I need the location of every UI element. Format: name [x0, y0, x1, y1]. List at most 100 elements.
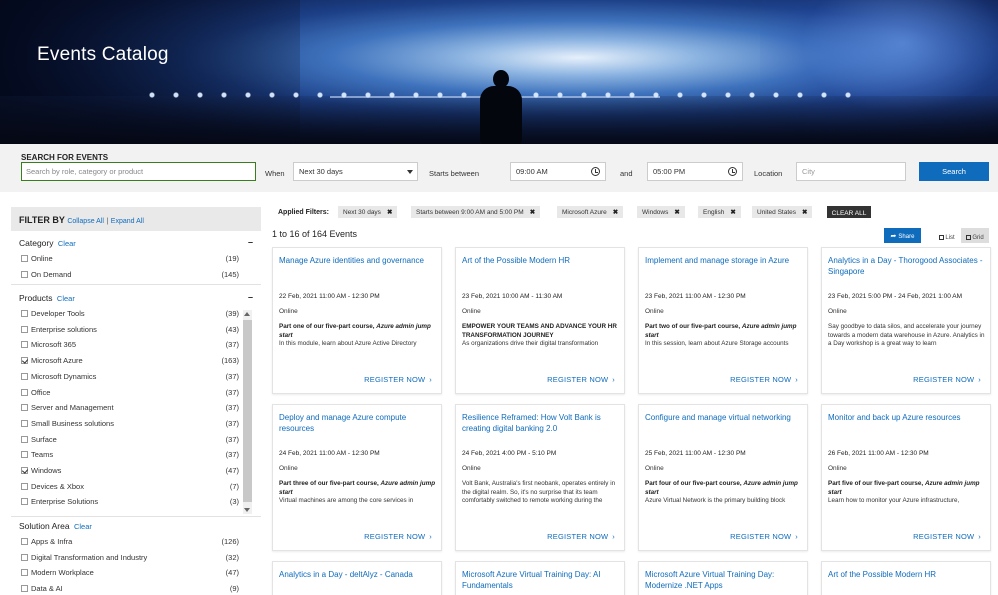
filter-checkbox[interactable] [21, 388, 28, 396]
expand-all-link[interactable]: Expand All [111, 218, 144, 225]
applied-filter-chip[interactable]: Microsoft Azure ✖ [557, 206, 624, 218]
event-title-link[interactable]: Manage Azure identities and governance [279, 255, 439, 266]
event-title-link[interactable]: Analytics in a Day - Thorogood Associate… [828, 255, 988, 277]
register-now-link[interactable]: REGISTER NOW › [547, 532, 615, 541]
filter-item[interactable]: Small Business solutions (37) [21, 418, 239, 432]
event-card[interactable]: Analytics in a Day - Thorogood Associate… [821, 247, 991, 394]
applied-filter-chip[interactable]: Next 30 days ✖ [338, 206, 398, 218]
event-card[interactable]: Art of the Possible Modern HR [821, 561, 991, 595]
clock-icon[interactable] [728, 167, 737, 176]
event-card[interactable]: Monitor and back up Azure resources 26 Fe… [821, 404, 991, 551]
filter-item[interactable]: On Demand (145) [21, 269, 239, 283]
event-title-link[interactable]: Configure and manage virtual networking [645, 412, 805, 423]
filter-checkbox[interactable] [21, 569, 28, 577]
remove-filter-icon[interactable]: ✖ [730, 209, 735, 216]
event-title-link[interactable]: Monitor and back up Azure resources [828, 412, 988, 423]
event-card[interactable]: Microsoft Azure Virtual Training Day: Mo… [638, 561, 808, 595]
share-button[interactable]: ➦ Share [884, 228, 921, 243]
filter-item[interactable]: Data & AI (9) [21, 583, 239, 595]
when-select[interactable]: Next 30 days [293, 162, 418, 181]
filter-group-clear-link[interactable]: Clear [58, 239, 76, 248]
event-title-link[interactable]: Deploy and manage Azure compute resource… [279, 412, 439, 434]
collapse-minus-icon[interactable]: – [248, 237, 253, 247]
register-now-link[interactable]: REGISTER NOW › [730, 532, 798, 541]
applied-filter-chip[interactable]: English ✖ [698, 206, 741, 218]
filter-item[interactable]: Office (37) [21, 387, 239, 401]
filter-checkbox[interactable] [21, 404, 28, 412]
filter-checkbox[interactable] [21, 255, 28, 262]
filter-checkbox[interactable] [21, 585, 28, 593]
register-now-link[interactable]: REGISTER NOW › [913, 375, 981, 384]
applied-filter-chip[interactable]: United States ✖ [752, 206, 813, 218]
scroll-thumb[interactable] [243, 320, 252, 502]
filter-checkbox[interactable] [21, 310, 28, 317]
search-input[interactable] [21, 162, 256, 181]
event-title-link[interactable]: Art of the Possible Modern HR [828, 569, 988, 580]
filter-item[interactable]: Microsoft Dynamics (37) [21, 371, 239, 385]
filter-item[interactable]: Enterprise Solutions (3) [21, 496, 239, 510]
filter-item[interactable]: Enterprise solutions (43) [21, 324, 239, 338]
filter-item[interactable]: Microsoft Azure (163) [21, 355, 239, 369]
remove-filter-icon[interactable]: ✖ [613, 209, 618, 216]
event-card[interactable]: Analytics in a Day - deltAlyz - Canada [272, 561, 442, 595]
register-now-link[interactable]: REGISTER NOW › [364, 532, 432, 541]
filter-group-title[interactable]: Category Clear [19, 238, 76, 248]
filter-item[interactable]: Apps & Infra (126) [21, 536, 239, 550]
filter-checkbox[interactable] [21, 270, 28, 278]
applied-filter-chip[interactable]: Windows ✖ [637, 206, 685, 218]
event-title-link[interactable]: Microsoft Azure Virtual Training Day: AI… [462, 569, 622, 591]
event-title-link[interactable]: Resilience Reframed: How Volt Bank is cr… [462, 412, 622, 434]
register-now-link[interactable]: REGISTER NOW › [730, 375, 798, 384]
filter-item[interactable]: Devices & Xbox (7) [21, 481, 239, 495]
event-title-link[interactable]: Microsoft Azure Virtual Training Day: Mo… [645, 569, 805, 591]
scroll-up-arrow-icon[interactable] [244, 312, 250, 316]
collapse-all-link[interactable]: Collapse All [67, 218, 104, 225]
grid-view-button[interactable]: Grid [961, 228, 989, 243]
register-now-link[interactable]: REGISTER NOW › [547, 375, 615, 384]
filter-group-title[interactable]: Solution Area Clear [19, 521, 92, 531]
end-time-input[interactable]: 05:00 PM [647, 162, 743, 181]
register-now-link[interactable]: REGISTER NOW › [364, 375, 432, 384]
collapse-minus-icon[interactable]: – [248, 292, 253, 302]
filter-item[interactable]: Online (19) [21, 253, 239, 267]
remove-filter-icon[interactable]: ✖ [387, 209, 392, 216]
event-card[interactable]: Implement and manage storage in Azure 23 … [638, 247, 808, 394]
applied-filter-chip[interactable]: Starts between 9:00 AM and 5:00 PM ✖ [411, 206, 541, 218]
filter-item[interactable]: Microsoft 365 (37) [21, 339, 239, 353]
clock-icon[interactable] [591, 167, 600, 176]
products-scrollbar[interactable] [243, 310, 252, 514]
event-card[interactable]: Configure and manage virtual networking 2… [638, 404, 808, 551]
event-title-link[interactable]: Art of the Possible Modern HR [462, 255, 622, 266]
remove-filter-icon[interactable]: ✖ [674, 209, 679, 216]
filter-checkbox[interactable] [21, 538, 28, 545]
start-time-input[interactable]: 09:00 AM [510, 162, 606, 181]
filter-checkbox[interactable] [21, 435, 28, 443]
filter-item[interactable]: Surface (37) [21, 434, 239, 448]
filter-item[interactable]: Windows (47) [21, 465, 239, 479]
filter-group-clear-link[interactable]: Clear [57, 294, 75, 303]
filter-checkbox[interactable] [21, 325, 28, 333]
filter-item[interactable]: Server and Management (37) [21, 402, 239, 416]
filter-item[interactable]: Developer Tools (39) [21, 308, 239, 322]
event-title-link[interactable]: Implement and manage storage in Azure [645, 255, 805, 266]
remove-filter-icon[interactable]: ✖ [530, 209, 535, 216]
search-button[interactable]: Search [919, 162, 989, 181]
filter-checkbox[interactable] [21, 372, 28, 380]
register-now-link[interactable]: REGISTER NOW › [913, 532, 981, 541]
clear-all-button[interactable]: CLEAR ALL [827, 206, 871, 218]
filter-checkbox[interactable] [21, 467, 28, 474]
filter-item[interactable]: Digital Transformation and Industry (32) [21, 552, 239, 566]
filter-checkbox[interactable] [21, 498, 28, 506]
filter-group-title[interactable]: Products Clear [19, 293, 75, 303]
event-title-link[interactable]: Analytics in a Day - deltAlyz - Canada [279, 569, 439, 580]
filter-checkbox[interactable] [21, 419, 28, 427]
location-input[interactable] [796, 162, 906, 181]
remove-filter-icon[interactable]: ✖ [802, 209, 807, 216]
filter-checkbox[interactable] [21, 341, 28, 349]
filter-item[interactable]: Teams (37) [21, 449, 239, 463]
event-card[interactable]: Art of the Possible Modern HR 23 Feb, 202… [455, 247, 625, 394]
event-card[interactable]: Deploy and manage Azure compute resource… [272, 404, 442, 551]
filter-checkbox[interactable] [21, 553, 28, 561]
filter-item[interactable]: Modern Workplace (47) [21, 567, 239, 581]
filter-group-clear-link[interactable]: Clear [74, 522, 92, 531]
